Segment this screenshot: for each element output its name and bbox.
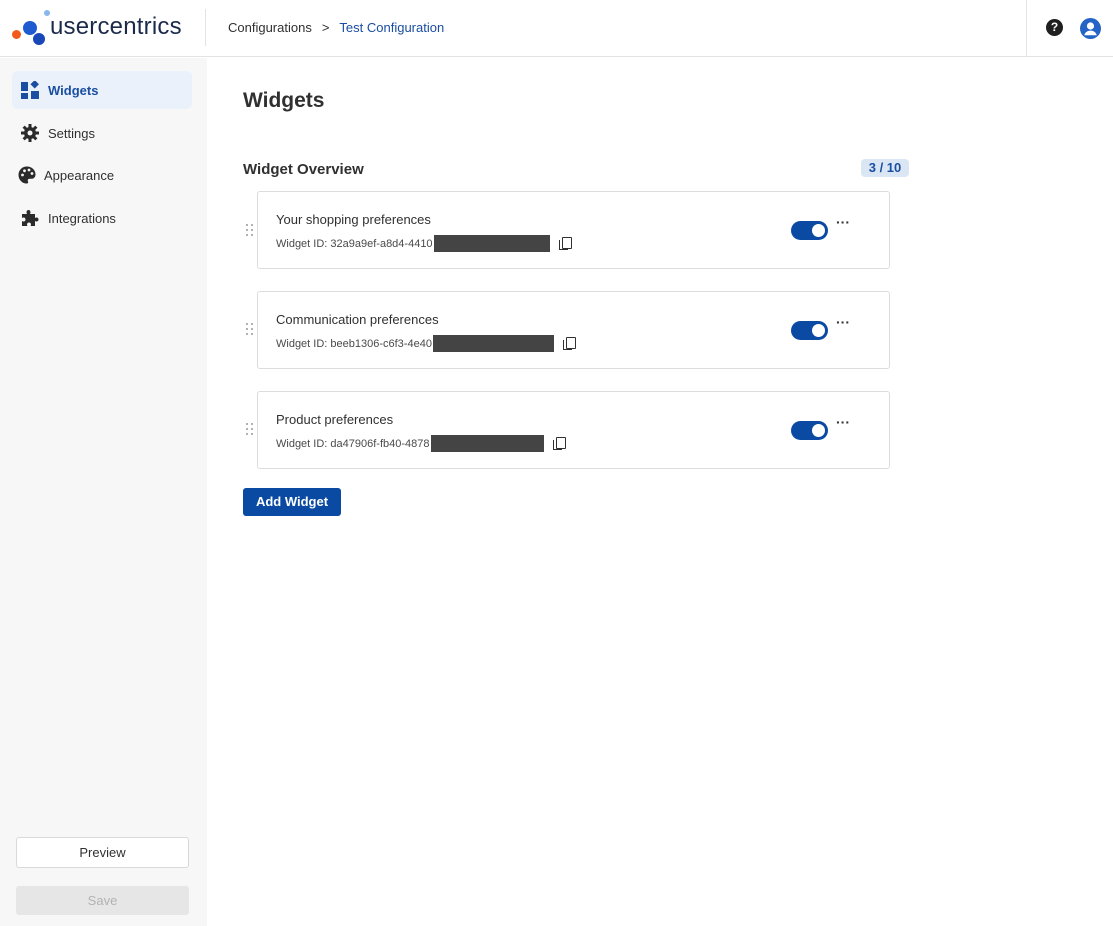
redacted-id-block — [430, 435, 544, 452]
gear-icon — [20, 123, 40, 143]
widget-card: Product preferences Widget ID: da47906f-… — [257, 391, 890, 469]
logo-dot-orange — [12, 30, 21, 39]
widget-card: Communication preferences Widget ID: bee… — [257, 291, 890, 369]
redacted-id-block — [432, 335, 554, 352]
widget-enabled-toggle[interactable] — [791, 421, 828, 440]
question-circle-icon[interactable]: ? — [1046, 19, 1063, 36]
widget-id: Widget ID: beeb1306-c6f3-4e40 — [276, 335, 577, 352]
widget-enabled-toggle[interactable] — [791, 321, 828, 340]
top-bar: usercentrics Configurations > Test Confi… — [0, 0, 1113, 57]
usercentrics-logo[interactable]: usercentrics — [11, 9, 191, 49]
sidebar-item-label: Integrations — [48, 210, 116, 226]
more-options-icon[interactable]: ··· — [836, 214, 850, 230]
topbar-right-divider — [1026, 0, 1027, 57]
topbar-divider — [205, 9, 206, 46]
widget-name: Product preferences — [276, 412, 394, 427]
widget-name: Communication preferences — [276, 312, 439, 327]
redacted-id-block — [433, 235, 550, 252]
breadcrumb: Configurations > Test Configuration — [228, 20, 444, 35]
puzzle-icon — [20, 208, 40, 228]
copy-icon[interactable] — [562, 336, 577, 351]
sidebar-item-appearance[interactable]: Appearance — [12, 156, 192, 194]
copy-icon[interactable] — [558, 236, 573, 251]
widgets-icon — [20, 80, 40, 100]
copy-icon[interactable] — [552, 436, 567, 451]
widget-id: Widget ID: da47906f-fb40-4878 — [276, 435, 567, 452]
sidebar-item-label: Widgets — [48, 82, 99, 98]
logo-dot-navy — [33, 33, 45, 45]
widget-id: Widget ID: 32a9a9ef-a8d4-4410 — [276, 235, 573, 252]
sidebar-item-label: Appearance — [44, 167, 115, 183]
widget-id-text: Widget ID: beeb1306-c6f3-4e40 — [276, 337, 432, 350]
drag-handle-icon[interactable] — [246, 224, 254, 238]
widget-id-text: Widget ID: da47906f-fb40-4878 — [276, 437, 430, 450]
sidebar-item-widgets[interactable]: Widgets — [12, 71, 192, 109]
widget-overview-title: Widget Overview — [243, 161, 364, 178]
more-options-icon[interactable]: ··· — [836, 314, 850, 330]
breadcrumb-separator: > — [321, 20, 330, 35]
breadcrumb-current[interactable]: Test Configuration — [339, 20, 444, 35]
sidebar: Widgets Settings Appearance Integrations… — [0, 58, 207, 926]
sidebar-item-integrations[interactable]: Integrations — [12, 199, 192, 237]
sidebar-item-label: Settings — [48, 125, 95, 141]
page-title: Widgets — [243, 89, 325, 112]
breadcrumb-configurations[interactable]: Configurations — [228, 20, 312, 35]
logo-text: usercentrics — [50, 13, 182, 40]
widget-enabled-toggle[interactable] — [791, 221, 828, 240]
sidebar-item-settings[interactable]: Settings — [12, 114, 192, 152]
drag-handle-icon[interactable] — [246, 423, 254, 437]
add-widget-button[interactable]: Add Widget — [243, 488, 341, 516]
more-options-icon[interactable]: ··· — [836, 414, 850, 430]
widget-id-text: Widget ID: 32a9a9ef-a8d4-4410 — [276, 237, 433, 250]
drag-handle-icon[interactable] — [246, 323, 254, 337]
preview-button[interactable]: Preview — [16, 837, 189, 868]
palette-icon — [17, 165, 37, 185]
widget-count-badge: 3 / 10 — [861, 159, 909, 177]
user-circle-icon[interactable] — [1080, 18, 1101, 39]
widget-card: Your shopping preferences Widget ID: 32a… — [257, 191, 890, 269]
widget-name: Your shopping preferences — [276, 212, 431, 227]
save-button[interactable]: Save — [16, 886, 189, 915]
